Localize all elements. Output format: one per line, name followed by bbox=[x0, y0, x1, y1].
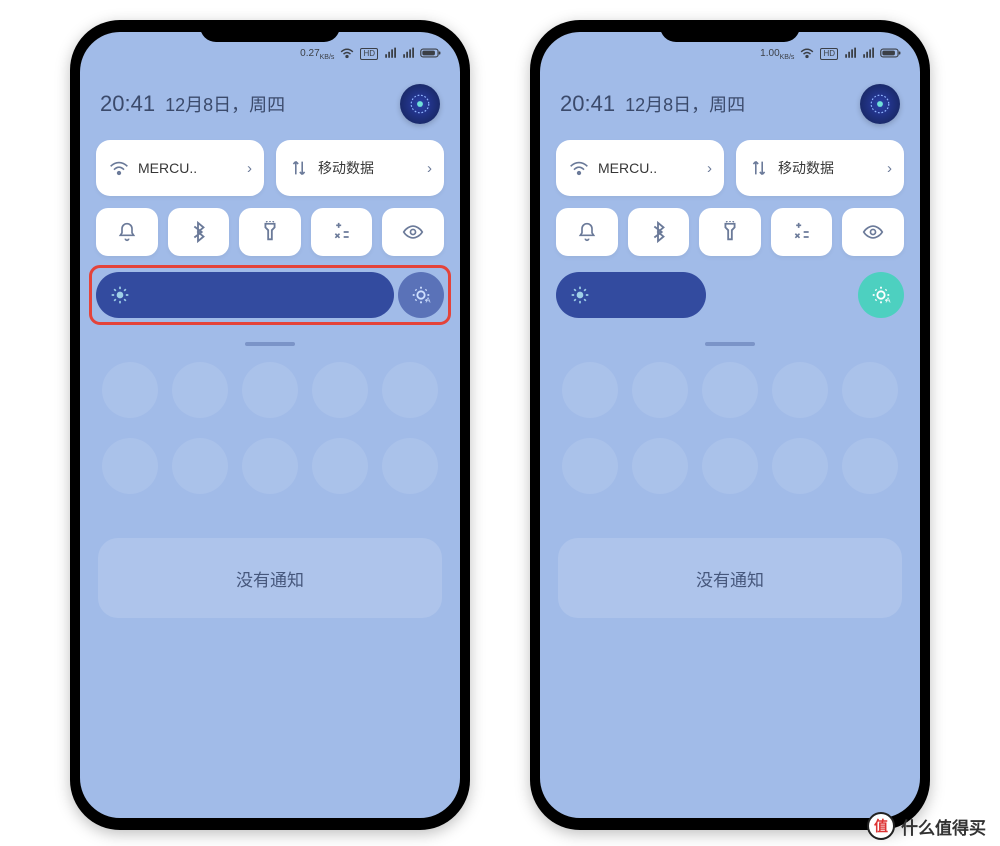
eye-comfort-tile[interactable] bbox=[382, 208, 444, 256]
svg-text:A: A bbox=[886, 295, 891, 304]
no-notification-text: 没有通知 bbox=[696, 566, 764, 591]
flashlight-icon bbox=[261, 221, 279, 243]
bg-dot bbox=[102, 362, 158, 418]
hd-icon: HD bbox=[820, 48, 838, 60]
brightness-icon bbox=[570, 285, 590, 305]
chevron-right-icon: › bbox=[707, 160, 712, 177]
mobile-data-tile[interactable]: 移动数据 › bbox=[276, 140, 444, 196]
wifi-tile[interactable]: MERCU.. › bbox=[96, 140, 264, 196]
clock-date: 12月8日，周四 bbox=[625, 91, 745, 117]
signal-icon-2 bbox=[862, 47, 874, 62]
bluetooth-icon bbox=[649, 221, 667, 243]
wifi-icon bbox=[340, 47, 354, 62]
flashlight-tile[interactable] bbox=[699, 208, 761, 256]
bg-icon-grid bbox=[540, 346, 920, 510]
flashlight-tile[interactable] bbox=[239, 208, 301, 256]
settings-button[interactable] bbox=[400, 84, 440, 124]
flashlight-icon bbox=[721, 221, 739, 243]
brightness-slider[interactable] bbox=[556, 272, 706, 318]
ringer-tile[interactable] bbox=[556, 208, 618, 256]
data-icon bbox=[288, 157, 310, 179]
signal-icon bbox=[844, 47, 856, 62]
phone-mock-left: 0.27KB/s HD 20:41 12月8日，周四 bbox=[70, 20, 470, 830]
calculator-tile[interactable] bbox=[771, 208, 833, 256]
wifi-tile[interactable]: MERCU.. › bbox=[556, 140, 724, 196]
gear-icon bbox=[868, 92, 891, 115]
calculator-tile[interactable] bbox=[311, 208, 373, 256]
no-notification-panel: 没有通知 bbox=[98, 538, 442, 618]
auto-brightness-icon: A bbox=[410, 284, 432, 306]
no-notification-panel: 没有通知 bbox=[558, 538, 902, 618]
phone-mock-right: 1.00KB/s HD 20:41 12月8日，周四 bbox=[530, 20, 930, 830]
eye-icon bbox=[862, 223, 884, 241]
eye-icon bbox=[402, 223, 424, 241]
bg-icon-grid bbox=[80, 346, 460, 510]
svg-text:A: A bbox=[426, 295, 431, 304]
qs-header: 20:41 12月8日，周四 bbox=[540, 70, 920, 128]
bluetooth-icon bbox=[189, 221, 207, 243]
eye-comfort-tile[interactable] bbox=[842, 208, 904, 256]
bluetooth-tile[interactable] bbox=[628, 208, 690, 256]
auto-brightness-icon: A bbox=[870, 284, 892, 306]
bell-icon bbox=[117, 222, 137, 242]
clock-time: 20:41 bbox=[560, 91, 615, 117]
ringer-tile[interactable] bbox=[96, 208, 158, 256]
screen: 1.00KB/s HD 20:41 12月8日，周四 bbox=[540, 32, 920, 818]
brightness-row: A bbox=[556, 272, 904, 318]
settings-button[interactable] bbox=[860, 84, 900, 124]
no-notification-text: 没有通知 bbox=[236, 566, 304, 591]
mobile-data-tile[interactable]: 移动数据 › bbox=[736, 140, 904, 196]
screen: 0.27KB/s HD 20:41 12月8日，周四 bbox=[80, 32, 460, 818]
brightness-icon bbox=[110, 285, 130, 305]
watermark-text: 什么值得买 bbox=[901, 814, 986, 839]
net-speed: 1.00KB/s bbox=[760, 48, 794, 61]
brightness-slider[interactable] bbox=[96, 272, 394, 318]
status-bar: 1.00KB/s HD bbox=[540, 32, 920, 70]
wifi-icon bbox=[108, 157, 130, 179]
chevron-right-icon: › bbox=[427, 160, 432, 177]
calculator-icon bbox=[332, 222, 352, 242]
wifi-label: MERCU.. bbox=[598, 160, 699, 176]
auto-brightness-toggle[interactable]: A bbox=[398, 272, 444, 318]
net-speed: 0.27KB/s bbox=[300, 48, 334, 61]
bell-icon bbox=[577, 222, 597, 242]
brightness-row: A bbox=[96, 272, 444, 318]
hd-icon: HD bbox=[360, 48, 378, 60]
watermark: 值 什么值得买 bbox=[867, 812, 986, 840]
clock-date: 12月8日，周四 bbox=[165, 91, 285, 117]
status-bar: 0.27KB/s HD bbox=[80, 32, 460, 70]
data-label: 移动数据 bbox=[778, 158, 879, 178]
battery-icon bbox=[880, 47, 902, 62]
wifi-icon bbox=[568, 157, 590, 179]
signal-icon-2 bbox=[402, 47, 414, 62]
watermark-badge: 值 bbox=[867, 812, 895, 840]
signal-icon bbox=[384, 47, 396, 62]
auto-brightness-toggle[interactable]: A bbox=[858, 272, 904, 318]
data-icon bbox=[748, 157, 770, 179]
battery-icon bbox=[420, 47, 442, 62]
chevron-right-icon: › bbox=[887, 160, 892, 177]
qs-header: 20:41 12月8日，周四 bbox=[80, 70, 460, 128]
chevron-right-icon: › bbox=[247, 160, 252, 177]
wifi-label: MERCU.. bbox=[138, 160, 239, 176]
data-label: 移动数据 bbox=[318, 158, 419, 178]
calculator-icon bbox=[792, 222, 812, 242]
bluetooth-tile[interactable] bbox=[168, 208, 230, 256]
wifi-icon bbox=[800, 47, 814, 62]
clock-time: 20:41 bbox=[100, 91, 155, 117]
gear-icon bbox=[408, 92, 431, 115]
